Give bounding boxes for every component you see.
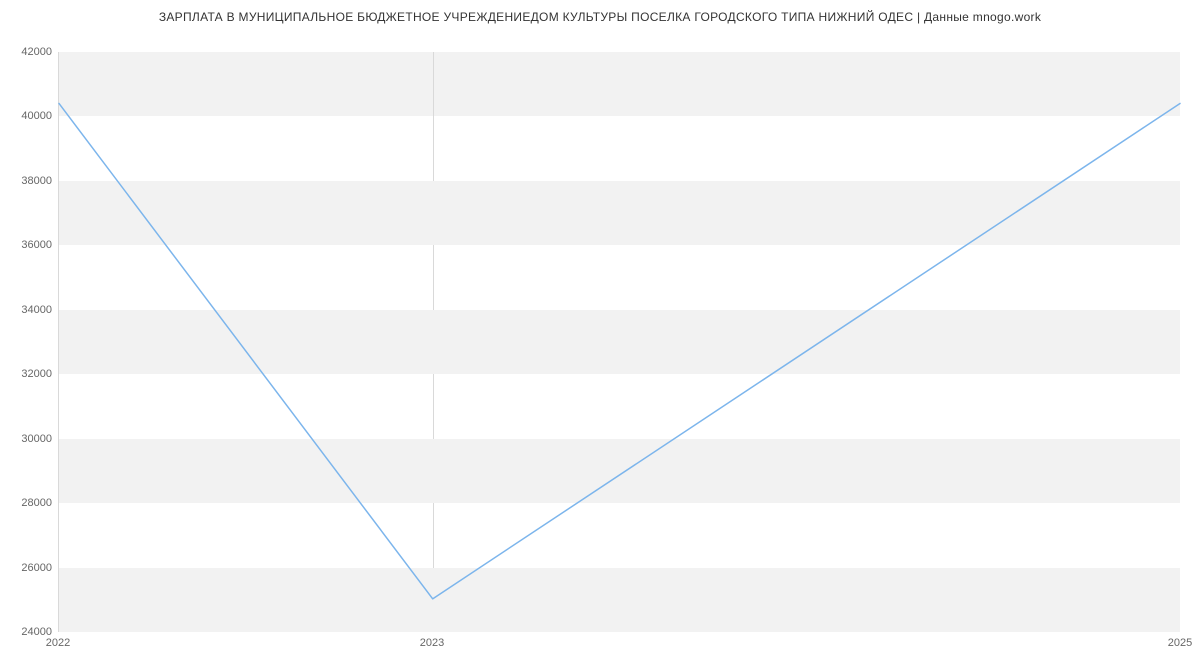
y-tick-label: 40000	[4, 110, 52, 122]
line-series	[59, 52, 1180, 631]
plot-area	[58, 52, 1180, 632]
x-tick-label: 2025	[1168, 637, 1192, 649]
x-tick-label: 2023	[420, 637, 444, 649]
y-tick-label: 32000	[4, 368, 52, 380]
chart-title: ЗАРПЛАТА В МУНИЦИПАЛЬНОЕ БЮДЖЕТНОЕ УЧРЕЖ…	[0, 0, 1200, 24]
y-tick-label: 42000	[4, 46, 52, 58]
y-tick-label: 36000	[4, 239, 52, 251]
y-tick-label: 38000	[4, 175, 52, 187]
chart-container: 2400026000280003000032000340003600038000…	[0, 24, 1200, 644]
y-tick-label: 30000	[4, 433, 52, 445]
y-tick-label: 26000	[4, 562, 52, 574]
x-tick-label: 2022	[46, 637, 70, 649]
y-tick-label: 28000	[4, 497, 52, 509]
series-line	[59, 103, 1180, 598]
y-tick-label: 34000	[4, 304, 52, 316]
